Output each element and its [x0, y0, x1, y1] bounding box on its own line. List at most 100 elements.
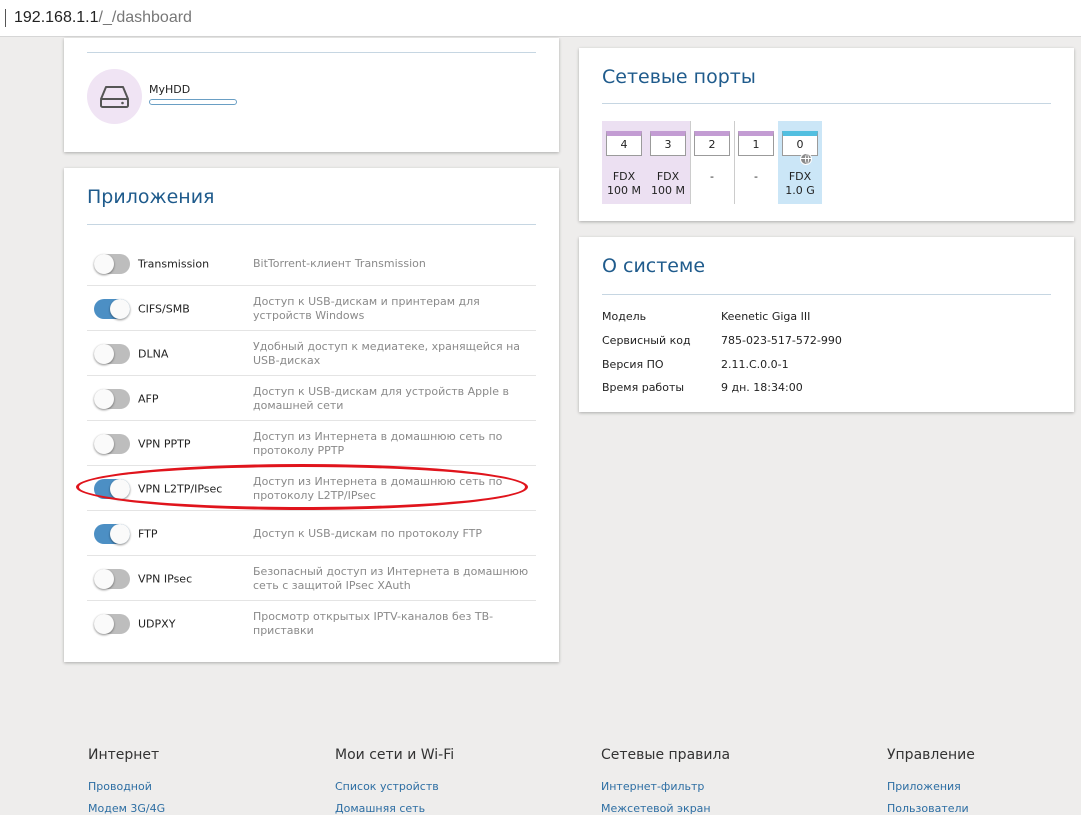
app-row: Transmission BitTorrent-клиент Transmissi…: [87, 241, 536, 286]
address-bar[interactable]: 192.168.1.1/_/dashboard: [0, 0, 1081, 37]
footer-link[interactable]: Интернет-фильтр: [601, 776, 730, 798]
toggle-knob: [94, 433, 114, 454]
port-speed: 100 M: [607, 184, 641, 197]
footer-link[interactable]: Пользователи: [887, 798, 975, 815]
toggle-knob: [94, 253, 114, 274]
ethernet-port-icon: 3: [650, 131, 686, 156]
storage-card: MyHDD: [64, 38, 559, 152]
ports-title: Сетевые порты: [602, 66, 756, 88]
port-duplex: FDX: [612, 170, 636, 183]
app-toggle[interactable]: [94, 253, 130, 274]
system-label: Время работы: [602, 381, 685, 394]
toggle-knob: [94, 343, 114, 364]
toggle-knob: [110, 298, 130, 319]
app-description: Доступ к USB-дискам для устройств Apple …: [253, 384, 509, 412]
footer-link[interactable]: Модем 3G/4G: [88, 798, 165, 815]
footer-link[interactable]: Межсетевой экран: [601, 798, 730, 815]
app-toggle[interactable]: [94, 568, 130, 589]
app-name: UDPXY: [138, 617, 176, 630]
footer-column: Интернет Проводной Модем 3G/4G: [88, 747, 165, 815]
toggle-knob: [94, 613, 114, 634]
footer-column: Мои сети и Wi-Fi Список устройств Домашняя…: [335, 747, 454, 815]
footer-heading: Сетевые правила: [601, 747, 731, 763]
toggle-knob: [94, 568, 114, 589]
hdd-name[interactable]: MyHDD: [149, 83, 190, 96]
app-description: Удобный доступ к медиатеке, хранящейся н…: [253, 339, 521, 367]
app-description: Безопасный доступ из Интернета в домашню…: [253, 564, 529, 592]
port-number: 4: [620, 138, 628, 151]
system-value: 785-023-517-572-990: [721, 334, 842, 347]
system-title: О системе: [602, 255, 706, 277]
port-status: -: [734, 170, 778, 184]
ports-card: Сетевые порты 4 FDX 100 M 3 FDX 100 M 2-1-0 FDX…: [579, 48, 1074, 221]
app-name: CIFS/SMB: [138, 302, 190, 315]
app-name: Transmission: [138, 257, 210, 270]
apps-card: Приложения Transmission BitTorrent-клиент…: [64, 168, 559, 662]
app-description: BitTorrent-клиент Transmission: [253, 256, 426, 270]
port-4[interactable]: 4 FDX 100 M: [602, 121, 646, 204]
port-divider: [734, 121, 735, 204]
text-caret: [5, 9, 6, 27]
app-name: AFP: [138, 392, 159, 405]
toggle-knob: [110, 523, 130, 544]
card-divider: [87, 52, 536, 53]
port-1[interactable]: 1-: [734, 121, 778, 204]
app-name: VPN IPsec: [138, 572, 193, 585]
app-toggle[interactable]: [94, 523, 130, 544]
port-status: -: [690, 170, 734, 184]
globe-icon: [800, 153, 812, 165]
url-text[interactable]: 192.168.1.1/_/dashboard: [14, 9, 192, 27]
app-toggle[interactable]: [94, 298, 130, 319]
app-row: AFP Доступ к USB-дискам для устройств App…: [87, 376, 536, 421]
port-0[interactable]: 0 FDX 1.0 G: [778, 121, 822, 204]
card-divider: [87, 224, 536, 225]
port-status: FDX 1.0 G: [778, 170, 822, 198]
port-number: 0: [796, 138, 804, 151]
toggle-knob: [94, 388, 114, 409]
port-status: FDX 100 M: [602, 170, 646, 198]
port-number: 2: [708, 138, 716, 151]
footer-column: Управление Приложения Пользователи: [887, 747, 975, 815]
app-toggle[interactable]: [94, 433, 130, 454]
app-name: FTP: [138, 527, 158, 540]
apps-title: Приложения: [87, 186, 215, 208]
system-label: Версия ПО: [602, 358, 664, 371]
app-toggle[interactable]: [94, 343, 130, 364]
app-row: CIFS/SMB Доступ к USB-дискам и принтерам …: [87, 286, 536, 331]
app-row: DLNA Удобный доступ к медиатеке, хранящей…: [87, 331, 536, 376]
port-status: FDX 100 M: [646, 170, 690, 198]
app-description: Просмотр открытых IPTV-каналов без ТВ-пр…: [253, 609, 494, 637]
system-value: 9 дн. 18:34:00: [721, 381, 803, 394]
app-description: Доступ к USB-дискам и принтерам для устр…: [253, 294, 480, 322]
highlight-ellipse: [76, 464, 528, 510]
port-speed: 100 M: [651, 184, 685, 197]
footer-link[interactable]: Проводной: [88, 776, 165, 798]
app-row: UDPXY Просмотр открытых IPTV-каналов без …: [87, 601, 536, 646]
card-divider: [602, 103, 1051, 104]
hdd-icon[interactable]: [87, 69, 142, 124]
system-value: 2.11.C.0.0-1: [721, 358, 789, 371]
port-number: 3: [664, 138, 672, 151]
port-3[interactable]: 3 FDX 100 M: [646, 121, 690, 204]
footer-heading: Интернет: [88, 747, 160, 763]
port-number: 1: [752, 138, 760, 151]
footer-link[interactable]: Список устройств: [335, 776, 454, 798]
port-2[interactable]: 2-: [690, 121, 734, 204]
app-toggle[interactable]: [94, 613, 130, 634]
port-divider: [690, 121, 691, 204]
footer-link[interactable]: Приложения: [887, 776, 975, 798]
ethernet-port-icon: 0: [782, 131, 818, 156]
app-name: DLNA: [138, 347, 169, 360]
ethernet-port-icon: 2: [694, 131, 730, 156]
footer-heading: Управление: [887, 747, 975, 763]
hdd-usage-bar: [149, 99, 237, 105]
app-row: VPN IPsec Безопасный доступ из Интернета …: [87, 556, 536, 601]
footer-link[interactable]: Домашняя сеть: [335, 798, 454, 815]
app-row: FTP Доступ к USB-дискам по протоколу FTP: [87, 511, 536, 556]
app-toggle[interactable]: [94, 388, 130, 409]
card-divider: [602, 294, 1051, 295]
app-description: Доступ из Интернета в домашнюю сеть по п…: [253, 429, 503, 457]
ethernet-port-icon: 4: [606, 131, 642, 156]
port-duplex: FDX: [788, 170, 812, 183]
url-host: 192.168.1.1: [14, 9, 99, 26]
